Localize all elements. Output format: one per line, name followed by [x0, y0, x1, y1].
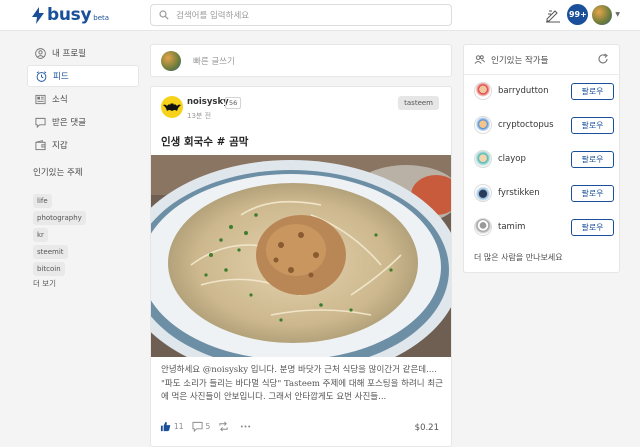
feed-post: noisysky 56 13분 전 tasteem 인생 회국수 # 곰막 안녕…	[150, 86, 452, 447]
nav-label: 지갑	[52, 141, 68, 151]
left-nav: 내 프로필 피드 소식 받은 댓글 지갑 인기있는 주제 life photog…	[27, 42, 139, 289]
clock-icon	[36, 70, 47, 82]
post-actions: 11 5	[160, 421, 251, 432]
search-input[interactable]: 검색어를 입력하세요	[150, 4, 452, 26]
avatar[interactable]	[474, 82, 492, 100]
wallet-icon	[35, 139, 46, 150]
like-count[interactable]: 11	[174, 422, 184, 431]
comment-count[interactable]: 5	[206, 422, 211, 431]
follow-button[interactable]: 팔로우	[571, 218, 614, 236]
author-avatar[interactable]	[161, 96, 183, 118]
nav-label: 내 프로필	[52, 49, 86, 59]
news-icon	[35, 94, 46, 104]
thumbs-up-icon[interactable]	[160, 421, 171, 432]
writer-row: barrydutton 팔로우	[474, 81, 614, 101]
follow-button[interactable]: 팔로우	[571, 116, 614, 134]
users-icon	[474, 55, 485, 64]
nav-item-profile[interactable]: 내 프로필	[27, 42, 139, 64]
refresh-icon[interactable]	[597, 53, 609, 65]
panel-title: 인기있는 작가들	[491, 55, 549, 66]
writer-name[interactable]: barrydutton	[498, 86, 571, 96]
topics-heading: 인기있는 주제	[33, 168, 83, 178]
author-name[interactable]: noisysky	[187, 97, 229, 107]
writer-name[interactable]: fyrstikken	[498, 188, 571, 198]
writer-name[interactable]: clayop	[498, 154, 571, 164]
avatar[interactable]	[474, 116, 492, 134]
write-icon[interactable]	[545, 7, 561, 23]
reputation-badge: 56	[225, 97, 242, 109]
notifications-badge[interactable]: 99+	[567, 4, 589, 25]
avatar	[161, 50, 181, 71]
writer-row: fyrstikken 팔로우	[474, 183, 614, 203]
post-image[interactable]	[151, 155, 452, 357]
avatar[interactable]	[474, 150, 492, 168]
nav-item-wallet[interactable]: 지갑	[27, 134, 139, 156]
top-bar: busy beta 검색어를 입력하세요 99+ ▼	[0, 0, 640, 31]
reblog-icon[interactable]	[218, 421, 229, 432]
nav-item-news[interactable]: 소식	[27, 88, 139, 110]
nav-item-feed[interactable]: 피드	[27, 65, 139, 87]
writer-row: cryptoctopus 팔로우	[474, 115, 614, 135]
nav-label: 받은 댓글	[52, 118, 86, 128]
writer-name[interactable]: cryptoctopus	[498, 120, 571, 130]
writer-row: tamim 팔로우	[474, 217, 614, 237]
post-title[interactable]: 인생 회국수 # 곰막	[161, 134, 248, 149]
user-icon	[35, 47, 46, 59]
nav-label: 피드	[53, 72, 69, 82]
more-options-icon[interactable]	[240, 421, 251, 432]
payout-value[interactable]: $0.21	[415, 423, 439, 433]
popular-writers-panel: 인기있는 작가들 barrydutton 팔로우 cryptoctopus 팔로…	[463, 44, 620, 273]
search-icon	[159, 10, 169, 20]
avatar[interactable]	[474, 218, 492, 236]
follow-button[interactable]: 팔로우	[571, 150, 614, 168]
logo-beta: beta	[93, 14, 110, 22]
topic-tag[interactable]: bitcoin	[33, 262, 65, 276]
avatar[interactable]	[474, 184, 492, 202]
compose-placeholder: 빠른 글쓰기	[193, 56, 235, 67]
bat-icon	[163, 103, 181, 111]
comment-icon	[35, 117, 46, 128]
comment-icon[interactable]	[192, 421, 203, 432]
more-topics-link[interactable]: 더 보기	[33, 278, 139, 289]
writer-row: clayop 팔로우	[474, 149, 614, 169]
discover-more-link[interactable]: 더 많은 사람을 만나보세요	[474, 252, 563, 263]
nav-label: 소식	[52, 95, 68, 105]
search-placeholder: 검색어를 입력하세요	[176, 11, 250, 21]
logo-text: busy	[47, 5, 92, 25]
lightning-icon	[32, 7, 44, 24]
follow-button[interactable]: 팔로우	[571, 184, 614, 202]
post-excerpt[interactable]: 안녕하세요 @noisysky 입니다. 분명 바닷가 근처 식당을 많이간거 …	[161, 364, 446, 405]
chevron-down-icon[interactable]: ▼	[615, 11, 620, 18]
nav-item-replies[interactable]: 받은 댓글	[27, 111, 139, 133]
category-tag[interactable]: tasteem	[398, 96, 439, 110]
post-time[interactable]: 13분 전	[187, 111, 211, 121]
follow-button[interactable]: 팔로우	[571, 82, 614, 100]
writer-name[interactable]: tamim	[498, 222, 571, 232]
logo[interactable]: busy beta	[32, 5, 109, 25]
quick-compose[interactable]: 빠른 글쓰기	[150, 44, 452, 77]
user-avatar[interactable]	[592, 4, 613, 25]
